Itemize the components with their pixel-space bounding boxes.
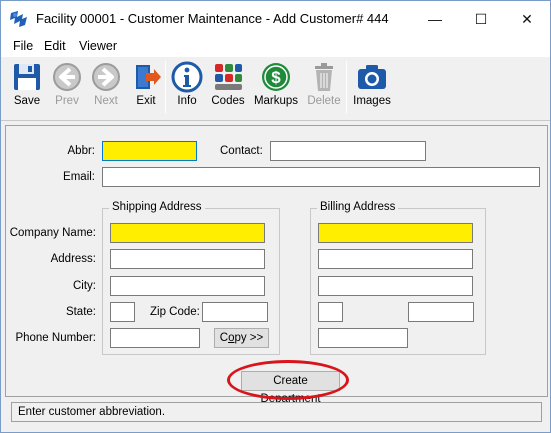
menu-edit[interactable]: Edit <box>44 39 66 53</box>
abbr-field[interactable] <box>102 141 197 161</box>
city-label: City: <box>73 280 96 292</box>
arrow-left-icon <box>53 63 81 91</box>
next-button[interactable]: Next <box>86 59 126 115</box>
app-logo-icon <box>10 11 27 27</box>
company-name-label: Company Name: <box>9 227 96 239</box>
exit-button[interactable]: Exit <box>126 59 166 115</box>
maximize-button[interactable]: ☐ <box>458 1 504 37</box>
email-field[interactable] <box>102 167 540 187</box>
close-button[interactable]: ✕ <box>504 1 550 37</box>
info-label: Info <box>177 95 197 107</box>
copy-button[interactable]: Copy >> <box>214 328 269 348</box>
delete-label: Delete <box>307 95 341 107</box>
svg-text:$: $ <box>271 68 281 87</box>
shipping-company-name-field[interactable] <box>110 223 265 243</box>
billing-phone-field[interactable] <box>318 328 408 348</box>
shipping-zip-field[interactable] <box>202 302 268 322</box>
delete-button[interactable]: Delete <box>303 59 345 115</box>
trash-icon <box>315 63 333 91</box>
shipping-city-field[interactable] <box>110 276 265 296</box>
toolbar-separator <box>346 61 347 113</box>
billing-state-field[interactable] <box>318 302 343 322</box>
abbr-label: Abbr: <box>67 145 96 157</box>
images-button[interactable]: Images <box>350 59 394 115</box>
dollar-icon: $ <box>262 63 290 91</box>
codes-label: Codes <box>211 95 245 107</box>
highlight-ring-annotation <box>227 360 349 400</box>
window-title: Facility 00001 - Customer Maintenance - … <box>36 11 389 26</box>
shipping-state-field[interactable] <box>110 302 135 322</box>
markups-label: Markups <box>253 95 299 107</box>
contact-label: Contact: <box>220 145 263 157</box>
shipping-address-field[interactable] <box>110 249 265 269</box>
shipping-phone-field[interactable] <box>110 328 200 348</box>
camera-icon <box>358 65 386 89</box>
menu-viewer[interactable]: Viewer <box>79 39 117 53</box>
next-label: Next <box>94 95 118 107</box>
billing-city-field[interactable] <box>318 276 473 296</box>
prev-label: Prev <box>55 95 79 107</box>
status-bar: Enter customer abbreviation. <box>11 402 542 422</box>
toolbar-separator <box>165 61 166 113</box>
toolbar: Save Prev Next Exit Info Codes $ Markups… <box>1 57 550 121</box>
state-label: State: <box>65 306 96 318</box>
images-label: Images <box>353 95 391 107</box>
customer-maintenance-window: Facility 00001 - Customer Maintenance - … <box>0 0 551 433</box>
minimize-button[interactable]: — <box>412 1 458 37</box>
exit-label: Exit <box>136 95 156 107</box>
menu-file[interactable]: File <box>13 39 33 53</box>
save-label: Save <box>13 95 41 107</box>
info-button[interactable]: Info <box>167 59 207 115</box>
markups-button[interactable]: $ Markups <box>251 59 301 115</box>
contact-field[interactable] <box>270 141 426 161</box>
prev-button[interactable]: Prev <box>47 59 87 115</box>
title-bar: Facility 00001 - Customer Maintenance - … <box>1 1 550 37</box>
phone-number-label: Phone Number: <box>15 332 96 344</box>
status-text: Enter customer abbreviation. <box>18 406 166 418</box>
billing-address-title: Billing Address <box>317 201 399 213</box>
billing-address-field[interactable] <box>318 249 473 269</box>
codes-icon <box>215 64 242 90</box>
address-label: Address: <box>50 253 96 265</box>
zip-code-label: Zip Code: <box>150 306 200 318</box>
exit-door-icon <box>136 65 161 89</box>
email-label: Email: <box>63 171 95 183</box>
arrow-right-icon <box>92 63 120 91</box>
floppy-disk-icon <box>14 64 40 90</box>
billing-zip-field[interactable] <box>408 302 474 322</box>
codes-button[interactable]: Codes <box>207 59 249 115</box>
billing-company-name-field[interactable] <box>318 223 473 243</box>
info-icon <box>171 61 203 93</box>
menu-bar: File Edit Viewer <box>1 37 550 57</box>
copy-label-prefix: C <box>219 332 229 344</box>
save-button[interactable]: Save <box>7 59 47 115</box>
copy-label-suffix: py >> <box>234 332 264 344</box>
shipping-address-title: Shipping Address <box>109 201 205 213</box>
